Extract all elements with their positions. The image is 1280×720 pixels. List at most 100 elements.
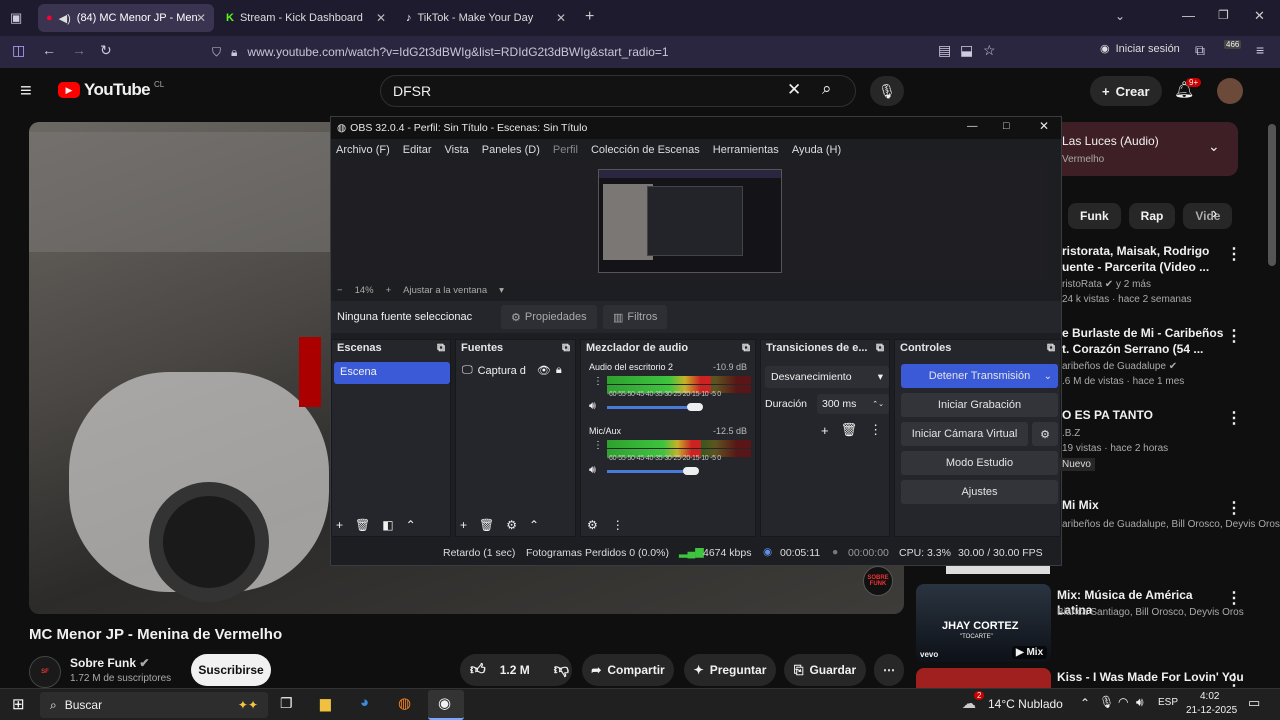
lock-icon[interactable]: 🔒︎: [556, 364, 562, 377]
wifi-icon[interactable]: ◠: [1118, 695, 1128, 709]
thumbnail[interactable]: [946, 566, 1050, 574]
obs-preview-area[interactable]: [331, 161, 1047, 281]
search-icon[interactable]: ⌕: [822, 79, 832, 99]
advanced-audio-icon[interactable]: ⚙: [587, 518, 598, 532]
fit-dropdown-icon[interactable]: ▾: [499, 285, 504, 296]
youtube-logo[interactable]: ▶ YouTube CL: [58, 80, 164, 100]
sidebar-toggle-icon[interactable]: ◫: [12, 42, 25, 59]
more-options-icon[interactable]: ⋮: [1226, 408, 1242, 428]
undock-icon[interactable]: ⧉: [562, 342, 570, 356]
notifications-icon[interactable]: ▭: [1248, 695, 1260, 711]
volume-slider[interactable]: [607, 470, 691, 473]
add-source-icon[interactable]: +: [460, 518, 467, 532]
more-options-icon[interactable]: ⋮: [1226, 244, 1242, 264]
source-item[interactable]: 🖵︎ Captura d 👁︎ 🔒︎: [462, 364, 562, 377]
scene-item[interactable]: Escena: [334, 362, 450, 384]
stop-stream-button[interactable]: Detener Transmisión ⌄: [901, 364, 1058, 388]
thumbnail-mix[interactable]: JHAY CORTEZ "TOCARTE" vevo ▶ Mix: [916, 584, 1051, 662]
dislike-icon[interactable]: 👎︎: [554, 661, 569, 679]
clear-search-icon[interactable]: ✕: [787, 80, 801, 100]
move-up-icon[interactable]: ⌃: [406, 518, 416, 532]
remove-scene-icon[interactable]: 🗑︎: [355, 518, 370, 532]
speaker-icon[interactable]: 🔊︎: [589, 464, 596, 477]
taskbar-search[interactable]: ⌕ Buscar ✦✦: [40, 692, 268, 718]
virtual-camera-settings-icon[interactable]: ⚙: [1032, 422, 1058, 446]
chevron-down-icon[interactable]: ⌄: [1044, 371, 1052, 382]
more-options-icon[interactable]: ⋮: [1226, 670, 1242, 690]
edge-icon[interactable]: ◕: [360, 694, 369, 711]
reload-icon[interactable]: ↻: [100, 42, 112, 59]
weather-text[interactable]: 14°C Nublado: [988, 697, 1063, 711]
windows-start-icon[interactable]: ⊞: [12, 695, 25, 713]
chevron-down-icon[interactable]: ⌄: [1208, 138, 1220, 155]
visibility-eye-icon[interactable]: 👁︎: [537, 364, 551, 377]
remove-transition-icon[interactable]: 🗑︎: [841, 422, 858, 438]
clock-date[interactable]: 21-12-2025: [1186, 705, 1237, 716]
volume-knob[interactable]: [683, 467, 699, 475]
studio-mode-button[interactable]: Modo Estudio: [901, 451, 1058, 475]
language-indicator[interactable]: ESP: [1158, 697, 1178, 708]
more-options-icon[interactable]: ⋮: [1226, 498, 1242, 518]
move-up-icon[interactable]: ⌃: [529, 518, 539, 532]
add-transition-icon[interactable]: +: [821, 423, 829, 438]
list-item[interactable]: Kiss - I Was Made For Lovin' You: [1057, 670, 1244, 688]
clock-time[interactable]: 4:02: [1200, 691, 1219, 702]
undock-icon[interactable]: ⧉: [876, 342, 884, 356]
obs-maximize-icon[interactable]: □: [1003, 120, 1009, 132]
channel-menu-icon[interactable]: ⋮: [593, 376, 603, 387]
tab-tiktok[interactable]: ♪ TikTok - Make Your Day ✕: [398, 4, 574, 32]
scene-filters-icon[interactable]: ◧: [382, 518, 393, 532]
list-item[interactable]: Mi Mix aribeños de Guadalupe, Bill Orosc…: [1062, 498, 1280, 538]
menu-editar[interactable]: Editar: [403, 144, 432, 156]
extension-badge[interactable]: 466: [1224, 40, 1242, 49]
channel-name[interactable]: Sobre Funk ✔: [70, 656, 149, 670]
task-view-icon[interactable]: ❐: [280, 695, 293, 712]
settings-button[interactable]: Ajustes: [901, 480, 1058, 504]
scrollbar-thumb[interactable]: [1268, 124, 1276, 266]
volume-slider[interactable]: [607, 406, 697, 409]
minimize-icon[interactable]: —: [1182, 8, 1195, 23]
tab-list-icon[interactable]: ⌄: [1115, 9, 1125, 23]
lock-icon[interactable]: 🔒︎: [231, 45, 237, 60]
playlist-panel[interactable]: Las Luces (Audio) Vermelho ⌄: [1062, 122, 1238, 176]
thumbnail[interactable]: [916, 668, 1051, 688]
add-scene-icon[interactable]: +: [336, 518, 343, 532]
bookmark-star-icon[interactable]: ☆: [983, 42, 996, 59]
transition-menu-icon[interactable]: ⋮: [869, 422, 882, 438]
like-icon[interactable]: 👍︎: [470, 661, 486, 679]
microphone-icon[interactable]: 🎙︎: [1099, 695, 1114, 709]
menu-paneles[interactable]: Paneles (D): [482, 144, 540, 156]
menu-coleccion-escenas[interactable]: Colección de Escenas: [591, 144, 700, 156]
obs-minimize-icon[interactable]: —: [967, 120, 978, 132]
menu-icon[interactable]: ≡: [1256, 42, 1264, 58]
obs-taskbar-button[interactable]: ◉: [428, 690, 464, 720]
close-tab-icon[interactable]: ✕: [556, 11, 566, 25]
menu-archivo[interactable]: Archivo (F): [336, 144, 390, 156]
like-count[interactable]: 1.2 M: [500, 663, 530, 677]
undock-icon[interactable]: ⧉: [1047, 342, 1055, 356]
close-tab-icon[interactable]: ✕: [196, 11, 206, 25]
menu-vista[interactable]: Vista: [445, 144, 469, 156]
audio-playing-icon[interactable]: ◀): [59, 12, 71, 25]
duration-spinbox[interactable]: 300 ms ⌃⌄: [817, 394, 889, 414]
avatar[interactable]: [1217, 78, 1243, 104]
start-virtual-camera-button[interactable]: Iniciar Cámara Virtual: [901, 422, 1028, 446]
shield-icon[interactable]: ⛉: [212, 45, 221, 60]
volume-knob[interactable]: [687, 403, 703, 411]
menu-herramientas[interactable]: Herramientas: [713, 144, 779, 156]
undock-icon[interactable]: ⧉: [437, 342, 445, 356]
filters-button[interactable]: ▥ Filtros: [603, 305, 668, 329]
source-settings-icon[interactable]: ⚙: [506, 518, 517, 532]
zoom-in-icon[interactable]: +: [386, 285, 392, 296]
back-icon[interactable]: ←: [42, 42, 56, 58]
chip-rap[interactable]: Rap: [1128, 203, 1176, 229]
menu-ayuda[interactable]: Ayuda (H): [792, 144, 841, 156]
list-item[interactable]: O ES PA TANTO .B.Z 19 vistas · hace 2 ho…: [1058, 408, 1232, 474]
address-bar[interactable]: ⛉ 🔒︎ www.youtube.com/watch?v=IdG2t3dBWIg…: [212, 40, 1012, 64]
search-input[interactable]: DFSR: [380, 75, 856, 107]
obs-close-icon[interactable]: ✕: [1039, 119, 1049, 133]
list-item[interactable]: e Burlaste de Mi - Caribeños t. Corazón …: [1062, 326, 1232, 392]
extensions-icon[interactable]: ⧉: [1195, 42, 1205, 59]
voice-search-icon[interactable]: 🎙︎: [870, 76, 904, 106]
install-app-icon[interactable]: ⬓: [960, 42, 973, 59]
